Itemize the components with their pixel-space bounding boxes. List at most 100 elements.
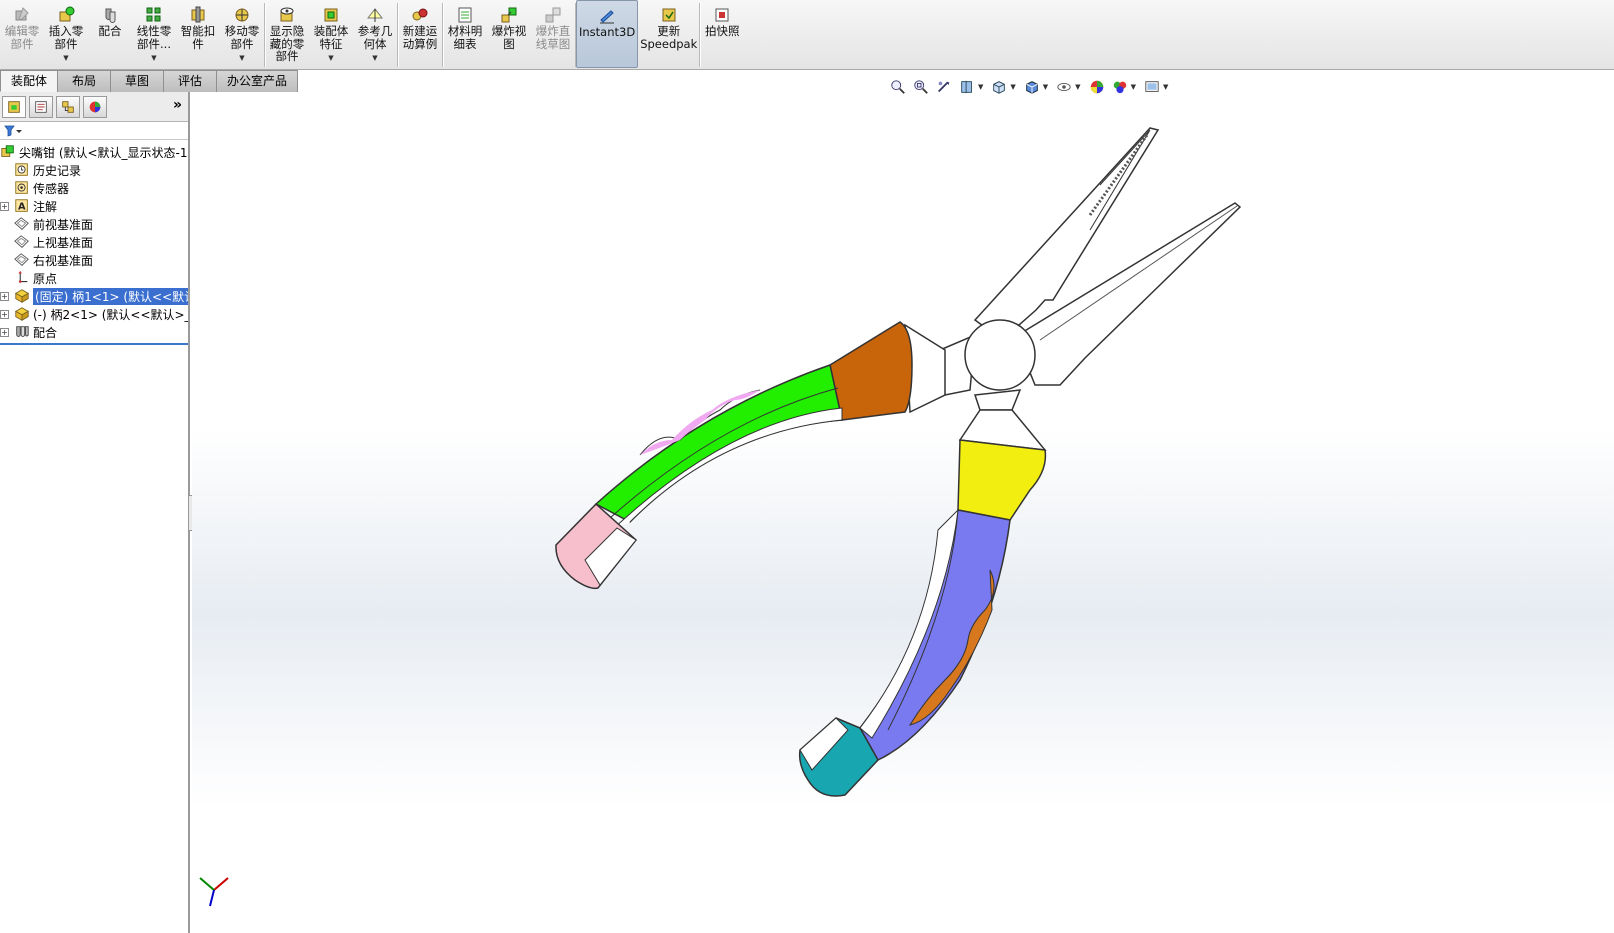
assembly-icon: [0, 144, 16, 160]
dropdown-arrow-icon[interactable]: ▼: [63, 54, 68, 62]
tree-item[interactable]: + (-) 柄2<1> (默认<<默认>_显: [0, 305, 188, 323]
zoom-to-fit-icon[interactable]: [888, 78, 908, 96]
tree-item-label: 前视基准面: [33, 217, 94, 232]
svg-text:A: A: [18, 202, 26, 213]
tab-1[interactable]: 布局: [57, 70, 112, 92]
explode-line-sketch-icon: [544, 6, 562, 24]
feature-tree: 尖嘴钳 (默认<默认_显示状态-1 历史记录 传感器 + A 注解 前视基准面 上视基准面 右视…: [0, 140, 188, 345]
tree-item[interactable]: 右视基准面: [0, 251, 188, 269]
view-orientation-icon[interactable]: [989, 78, 1009, 96]
origin-icon: [14, 270, 30, 286]
section-view-icon[interactable]: [957, 78, 977, 96]
move-component-icon: [233, 6, 251, 24]
apply-scene-icon[interactable]: [1110, 78, 1130, 96]
dropdown-arrow-icon[interactable]: ▼: [1131, 83, 1136, 91]
toolbar-button-speedpak[interactable]: 更新 Speedpak: [638, 0, 699, 68]
toolbar-button-label: 新建运 动算例: [402, 24, 438, 51]
configuration-manager-icon[interactable]: [56, 95, 80, 118]
toolbar-button-label: 配合: [98, 24, 122, 38]
dropdown-arrow-icon[interactable]: ▼: [1163, 83, 1168, 91]
toolbar-button-instant3d[interactable]: Instant3D: [576, 0, 639, 68]
dropdown-arrow-icon[interactable]: ▼: [1010, 83, 1015, 91]
toolbar-button-explode-line-sketch[interactable]: 爆炸直 线草图: [531, 0, 575, 68]
snapshot-icon: [713, 6, 731, 24]
tree-item[interactable]: + A 注解: [0, 197, 188, 215]
filter-icon[interactable]: [4, 125, 22, 137]
hide-show-icon[interactable]: [1054, 78, 1074, 96]
tree-item[interactable]: + (固定) 柄1<1> (默认<<默认: [0, 287, 188, 305]
tree-item-label: 上视基准面: [33, 235, 94, 250]
feature-manager-icon[interactable]: [2, 95, 26, 118]
handle-1[interactable]: [555, 321, 946, 590]
expand-panel-button[interactable]: »: [173, 97, 182, 113]
dropdown-arrow-icon[interactable]: ▼: [1075, 83, 1080, 91]
toolbar-button-motion-study[interactable]: 新建运 动算例: [398, 0, 442, 68]
toolbar-button-insert-component[interactable]: 插入零 部件 ▼: [44, 0, 88, 68]
linear-pattern-icon: [145, 6, 163, 24]
toolbar-button-move-component[interactable]: 移动零 部件 ▼: [220, 0, 264, 68]
previous-view-icon[interactable]: [934, 78, 954, 96]
dropdown-arrow-icon[interactable]: ▼: [151, 54, 156, 62]
expand-icon[interactable]: +: [0, 201, 9, 211]
toolbar-button-snapshot[interactable]: 拍快照: [700, 0, 744, 68]
reference-geometry-icon: [366, 6, 384, 24]
motion-study-icon: [411, 6, 429, 24]
graphics-area[interactable]: [192, 92, 1614, 933]
tab-4[interactable]: 办公室产品: [216, 70, 299, 92]
tree-item[interactable]: 传感器: [0, 179, 188, 197]
tree-item[interactable]: 前视基准面: [0, 215, 188, 233]
history-icon: [14, 162, 30, 178]
display-manager-icon[interactable]: [83, 95, 107, 118]
toolbar-button-label: 移动零 部件: [224, 24, 260, 51]
toolbar-button-exploded-view[interactable]: 爆炸视 图: [487, 0, 531, 68]
expand-icon[interactable]: +: [0, 309, 9, 319]
insert-component-icon: [57, 6, 75, 24]
toolbar-button-label: 装配体 特征: [313, 24, 349, 51]
toolbar-button-bom[interactable]: 材料明 细表: [443, 0, 487, 68]
tab-3[interactable]: 评估: [163, 70, 218, 92]
toolbar-button-label: 爆炸直 线草图: [535, 24, 571, 51]
tree-item-label: 传感器: [33, 181, 70, 196]
dropdown-arrow-icon[interactable]: ▼: [978, 83, 983, 91]
tree-item[interactable]: 原点: [0, 269, 188, 287]
tree-filter[interactable]: [0, 122, 188, 140]
toolbar-button-assembly-features[interactable]: 装配体 特征 ▼: [309, 0, 353, 68]
toolbar-button-label: Instant3D: [579, 25, 636, 39]
tree-item-label: 配合: [33, 325, 58, 340]
view-settings-icon[interactable]: [1142, 78, 1162, 96]
property-manager-icon[interactable]: [29, 95, 53, 118]
pliers-model[interactable]: [192, 92, 1614, 933]
toolbar-button-edit-component[interactable]: 编辑零 部件: [0, 0, 44, 68]
display-style-icon[interactable]: [1022, 78, 1042, 96]
tree-item[interactable]: 上视基准面: [0, 233, 188, 251]
tree-item[interactable]: 尖嘴钳 (默认<默认_显示状态-1: [0, 143, 188, 161]
plane-icon: [14, 216, 30, 232]
tree-item-label: (固定) 柄1<1> (默认<<默认: [33, 287, 188, 305]
smart-fasteners-icon: [189, 6, 207, 24]
edit-appearance-icon[interactable]: [1087, 78, 1107, 96]
toolbar-button-label: 拍快照: [705, 24, 740, 38]
expand-icon[interactable]: +: [0, 291, 9, 301]
tree-item[interactable]: + 配合: [0, 323, 188, 341]
tab-2[interactable]: 草图: [110, 70, 165, 92]
expand-icon[interactable]: +: [0, 327, 9, 337]
dropdown-arrow-icon[interactable]: ▼: [1043, 83, 1048, 91]
sensor-icon: [14, 180, 30, 196]
reference-triad-icon: [199, 877, 229, 907]
handle-2[interactable]: [798, 409, 1047, 797]
toolbar-button-reference-geometry[interactable]: 参考几 何体 ▼: [353, 0, 397, 68]
pivot-joint[interactable]: [939, 319, 1036, 411]
tab-0[interactable]: 装配体: [0, 70, 59, 92]
toolbar-button-label: 编辑零 部件: [4, 24, 40, 51]
dropdown-arrow-icon[interactable]: ▼: [328, 54, 333, 62]
toolbar-button-label: 智能扣 件: [180, 24, 216, 51]
toolbar-button-show-hidden[interactable]: 显示隐 藏的零 部件: [265, 0, 309, 68]
heads-up-view-toolbar: ▼ ▼ ▼ ▼ ▼ ▼: [888, 76, 1174, 98]
toolbar-button-linear-pattern[interactable]: 线性零 部件... ▼: [132, 0, 176, 68]
zoom-area-icon[interactable]: [911, 78, 931, 96]
tree-item[interactable]: 历史记录: [0, 161, 188, 179]
dropdown-arrow-icon[interactable]: ▼: [372, 54, 377, 62]
toolbar-button-mate[interactable]: 配合: [88, 0, 132, 68]
dropdown-arrow-icon[interactable]: ▼: [239, 54, 244, 62]
toolbar-button-smart-fasteners[interactable]: 智能扣 件: [176, 0, 220, 68]
